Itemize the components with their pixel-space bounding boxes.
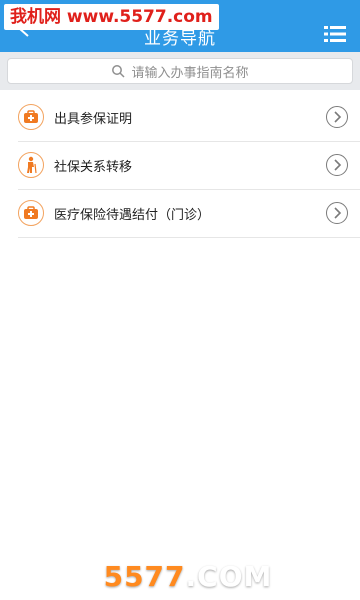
medical-kit-icon — [18, 200, 44, 226]
page-title: 业务导航 — [144, 29, 216, 49]
watermark-bottom: 5577.COM — [100, 560, 276, 600]
list-item-label: 社保关系转移 — [54, 160, 133, 175]
app-header: 我机网 www.5577.com 业务导航 — [0, 0, 360, 52]
medical-kit-icon — [18, 104, 44, 130]
chevron-right-icon — [326, 106, 348, 128]
watermark-number: 5577 — [103, 560, 186, 593]
watermark-domain: .COM — [185, 560, 273, 593]
list-menu-icon — [324, 26, 346, 42]
search-placeholder: 请输入办事指南名称 — [131, 65, 249, 81]
search-input[interactable]: 请输入办事指南名称 — [7, 58, 353, 84]
search-bar: 请输入办事指南名称 — [0, 52, 360, 90]
list-item-social-security-transfer[interactable]: 社保关系转移 — [18, 142, 360, 190]
elderly-person-icon — [18, 152, 44, 178]
list-item-label: 出具参保证明 — [54, 112, 133, 127]
search-icon — [112, 65, 126, 78]
chevron-right-icon — [326, 154, 348, 176]
menu-button[interactable] — [324, 24, 346, 44]
chevron-right-icon — [326, 202, 348, 224]
list-item-insurance-certificate[interactable]: 出具参保证明 — [18, 94, 360, 142]
list-item-medical-insurance-settlement[interactable]: 医疗保险待遇结付（门诊） — [18, 190, 360, 238]
service-list: 出具参保证明 社保关系转移 医疗保险待遇结付（门诊） — [0, 94, 360, 238]
list-item-label: 医疗保险待遇结付（门诊） — [54, 208, 211, 223]
